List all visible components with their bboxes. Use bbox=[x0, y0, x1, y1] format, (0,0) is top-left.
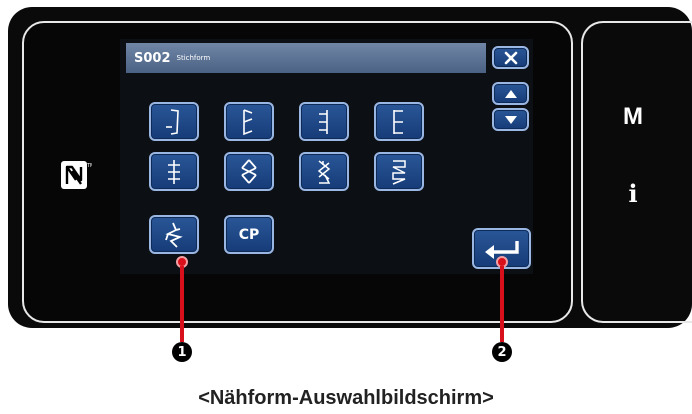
dialog-title: Stichform bbox=[176, 54, 211, 62]
stitch-icon-6 bbox=[241, 158, 257, 184]
stitch-button-9[interactable] bbox=[149, 215, 199, 254]
scroll-up-button[interactable] bbox=[492, 82, 529, 105]
nfc-n-mark-icon: TM bbox=[61, 161, 92, 189]
close-x-icon bbox=[504, 51, 517, 64]
stitch-select-dialog: S002 Stichform CP bbox=[120, 39, 533, 274]
stitch-button-6[interactable] bbox=[224, 152, 274, 191]
up-triangle-icon bbox=[504, 89, 517, 98]
scroll-down-button[interactable] bbox=[492, 108, 529, 131]
stitch-icon-7 bbox=[317, 159, 331, 184]
callout-2-line bbox=[500, 266, 504, 342]
stitch-button-8[interactable] bbox=[374, 152, 424, 191]
stitch-icon-2 bbox=[243, 108, 253, 135]
down-triangle-icon bbox=[504, 115, 517, 124]
stitch-button-7[interactable] bbox=[299, 152, 349, 191]
stitch-icon-4 bbox=[393, 109, 403, 134]
info-key-i[interactable]: i bbox=[618, 179, 648, 211]
figure-caption: <Nähform-Auswahlbildschirm> bbox=[198, 387, 494, 409]
stitch-icon-5 bbox=[168, 159, 180, 184]
stitch-icon-8 bbox=[392, 159, 406, 185]
stitch-button-3[interactable] bbox=[299, 102, 349, 141]
stitch-icon-9 bbox=[165, 222, 183, 248]
close-button[interactable] bbox=[492, 46, 529, 69]
callout-2-marker: 2 bbox=[492, 342, 512, 362]
stitch-button-4[interactable] bbox=[374, 102, 424, 141]
dialog-title-bar: S002 Stichform bbox=[126, 43, 486, 73]
stitch-button-1[interactable] bbox=[149, 102, 199, 141]
cp-button[interactable]: CP bbox=[224, 215, 274, 254]
stitch-button-5[interactable] bbox=[149, 152, 199, 191]
svg-text:TM: TM bbox=[86, 163, 92, 169]
menu-key-m[interactable]: M bbox=[618, 103, 648, 135]
stitch-icon-1 bbox=[166, 108, 179, 135]
callout-1-marker: 1 bbox=[172, 342, 192, 362]
callout-1-line bbox=[180, 266, 184, 342]
dialog-code: S002 bbox=[134, 50, 171, 66]
stitch-icon-3 bbox=[319, 109, 328, 134]
side-screen bbox=[581, 21, 692, 323]
stitch-button-2[interactable] bbox=[224, 102, 274, 141]
